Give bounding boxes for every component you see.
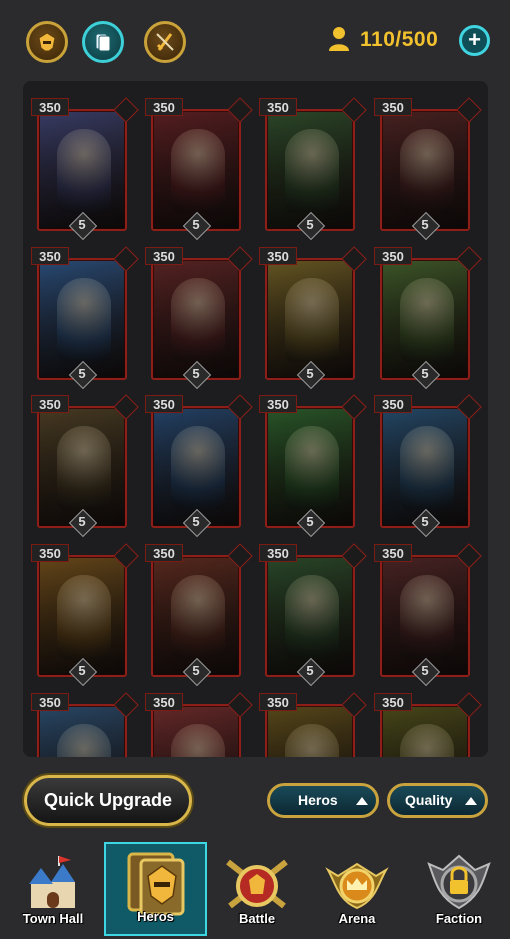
nav-label: Faction	[435, 911, 483, 926]
hero-helmet-icon	[127, 852, 184, 916]
castle-icon	[29, 856, 75, 908]
hero-star-level: 5	[192, 217, 200, 232]
hero-star-level: 5	[192, 514, 200, 529]
nav-item-battle[interactable]: Battle	[212, 846, 302, 936]
hero-power-badge: 350	[374, 247, 412, 265]
hero-power-badge: 350	[31, 544, 69, 562]
hero-star-level: 5	[192, 366, 200, 381]
nav-item-arena[interactable]: Arena	[312, 846, 402, 936]
cards-icon	[95, 33, 111, 52]
hero-power-badge: 350	[259, 395, 297, 413]
quality-sort-label: Quality	[405, 792, 453, 808]
hero-power-badge: 350	[259, 98, 297, 116]
hero-power-badge: 350	[374, 544, 412, 562]
hero-power-badge: 350	[374, 693, 412, 711]
hero-power-badge: 350	[31, 693, 69, 711]
hero-power-badge: 350	[145, 544, 183, 562]
top-bar: 110/500 +	[0, 0, 510, 80]
nav-item-faction[interactable]: Faction	[414, 846, 504, 936]
quick-upgrade-button[interactable]: Quick Upgrade	[24, 775, 192, 826]
heros-sort-label: Heros	[298, 792, 338, 808]
crossed-swords-icon	[226, 859, 288, 909]
sort-up-arrow-icon	[465, 797, 477, 805]
card-shade	[267, 706, 353, 757]
nav-label: Town Hall	[22, 911, 84, 926]
nav-label: Battle	[238, 911, 276, 926]
hero-star-level: 5	[306, 663, 314, 678]
hero-star-level: 5	[421, 663, 429, 678]
nav-item-town-hall[interactable]: Town Hall	[8, 846, 98, 936]
hero-grid: 350 5 350 5 350 5 350 5 350 5 350 5 350 5 350 5 350 5 350 5…	[23, 81, 488, 757]
hero-power-badge: 350	[145, 247, 183, 265]
hero-power-badge: 350	[259, 247, 297, 265]
hero-star-level: 5	[306, 514, 314, 529]
hero-power-badge: 350	[31, 395, 69, 413]
card-shade	[153, 706, 239, 757]
hero-star-level: 5	[306, 366, 314, 381]
hero-star-level: 5	[192, 663, 200, 678]
nav-item-heros[interactable]: Heros	[104, 842, 207, 936]
nav-label: Heros	[137, 909, 174, 924]
card-shade	[382, 706, 468, 757]
card-shade	[39, 706, 125, 757]
helmet-button[interactable]	[26, 21, 68, 63]
quality-sort-button[interactable]: Quality	[387, 783, 488, 818]
hero-star-level: 5	[78, 366, 86, 381]
sort-up-arrow-icon	[356, 797, 368, 805]
hero-star-level: 5	[78, 217, 86, 232]
no-sword-button[interactable]	[144, 21, 186, 63]
hero-star-level: 5	[421, 514, 429, 529]
cards-button[interactable]	[82, 21, 124, 63]
hero-power-badge: 350	[259, 544, 297, 562]
hero-power-badge: 350	[145, 98, 183, 116]
hero-power-badge: 350	[259, 693, 297, 711]
heros-sort-button[interactable]: Heros	[267, 783, 379, 818]
hero-star-level: 5	[421, 366, 429, 381]
population-count: 110/500	[360, 28, 439, 51]
hero-power-badge: 350	[31, 98, 69, 116]
hero-star-level: 5	[78, 514, 86, 529]
population-icon	[329, 27, 349, 51]
hero-star-level: 5	[306, 217, 314, 232]
helmet-icon	[38, 32, 56, 52]
bottom-nav: Town Hall Heros Battle Arena Faction	[0, 838, 510, 939]
hero-star-level: 5	[78, 663, 86, 678]
no-sword-icon	[156, 33, 174, 51]
crown-emblem-icon	[325, 862, 389, 910]
hero-power-badge: 350	[374, 98, 412, 116]
hero-power-badge: 350	[145, 395, 183, 413]
hero-power-badge: 350	[145, 693, 183, 711]
lock-emblem-icon	[427, 854, 491, 910]
nav-label: Arena	[338, 911, 376, 926]
hero-power-badge: 350	[31, 247, 69, 265]
hero-power-badge: 350	[374, 395, 412, 413]
add-population-button[interactable]: +	[459, 25, 490, 56]
hero-star-level: 5	[421, 217, 429, 232]
